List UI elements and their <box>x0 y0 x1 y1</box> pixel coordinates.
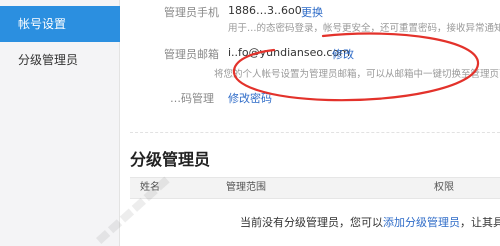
main-content: 管理员手机 1886…3..6o0 更换 用于…的态密码登录，帐号更安全，还可重… <box>120 0 500 246</box>
change-password-link[interactable]: 修改密码 <box>228 90 272 106</box>
column-permission: 权限 <box>434 182 454 193</box>
sub-admin-empty-message: 当前没有分级管理员，您可以添加分级管理员，让其具有部 <box>240 214 500 230</box>
change-phone-link[interactable]: 更换 <box>301 4 323 20</box>
column-name: 姓名 <box>140 182 160 193</box>
empty-message-prefix: 当前没有分级管理员，您可以 <box>240 216 383 229</box>
sidebar-item-account-settings[interactable]: 帐号设置 <box>0 6 120 42</box>
sidebar-item-sub-admins[interactable]: 分级管理员 <box>0 42 120 78</box>
add-sub-admin-link[interactable]: 添加分级管理员 <box>383 216 460 229</box>
sidebar: 帐号设置 分级管理员 <box>0 0 120 246</box>
change-email-link[interactable]: 修改 <box>332 46 354 62</box>
email-hint: 将您的个人帐号设置为管理员邮箱，可以从邮箱中一键切换至管理页面。 <box>214 69 500 80</box>
sub-admin-table-header: 姓名 管理范围 权限 <box>130 177 500 199</box>
password-label: …码管理 <box>170 92 214 105</box>
empty-message-suffix: ，让其具有部 <box>460 216 500 229</box>
phone-value: 1886…3..6o0 <box>228 4 302 17</box>
email-label: 管理员邮箱 <box>164 48 219 61</box>
section-divider <box>130 132 500 133</box>
phone-hint: 用于…的态密码登录，帐号更安全，还可重置密码，接收异常通知。 <box>228 23 500 34</box>
phone-label: 管理员手机 <box>164 6 219 19</box>
column-scope: 管理范围 <box>226 182 266 193</box>
sub-admin-title: 分级管理员 <box>130 150 211 169</box>
